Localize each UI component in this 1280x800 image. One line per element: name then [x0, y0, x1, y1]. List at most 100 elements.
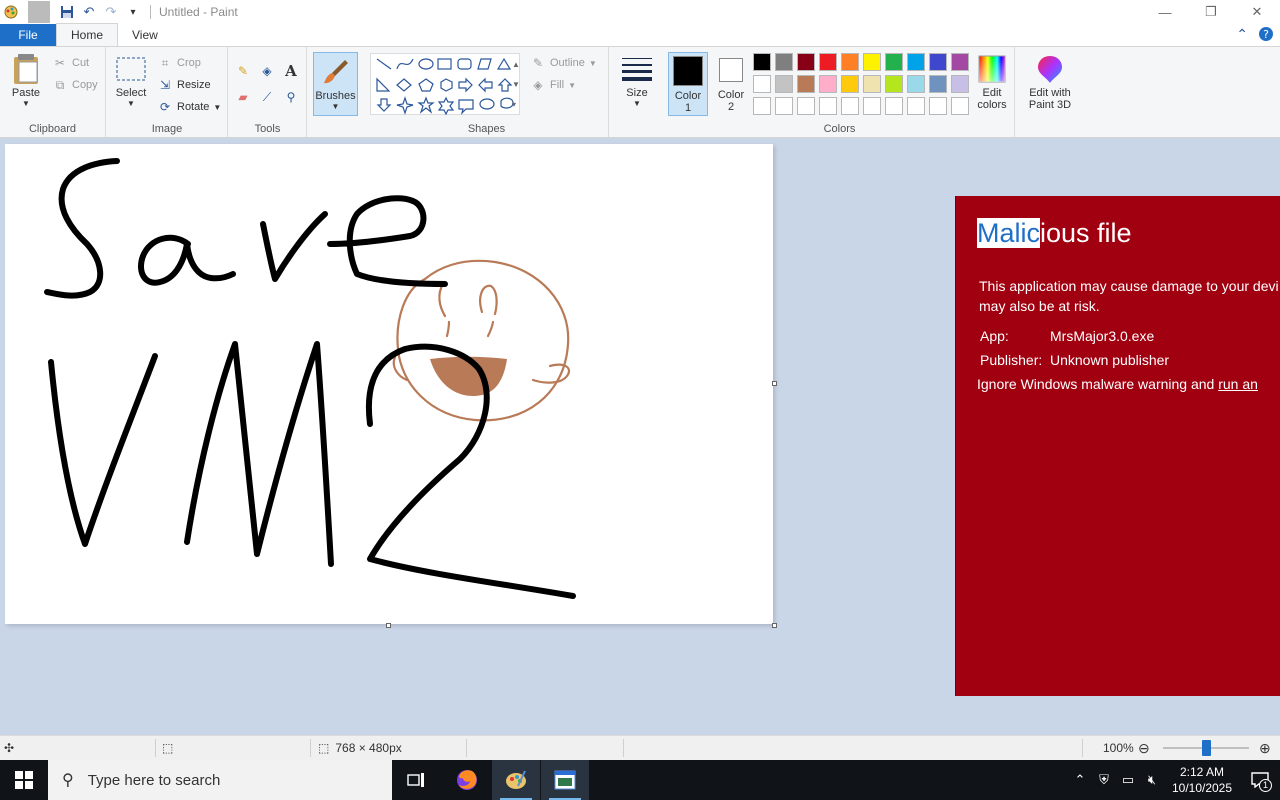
- firefox-taskbar-button[interactable]: [443, 760, 491, 800]
- copy-button[interactable]: ⧉ Copy: [52, 77, 98, 93]
- zoom-slider-thumb[interactable]: [1201, 740, 1211, 756]
- network-icon[interactable]: ▭: [1116, 760, 1140, 800]
- task-view-icon: [407, 773, 424, 787]
- palette-swatch[interactable]: [753, 75, 771, 93]
- pencil-tool[interactable]: ✎: [235, 63, 251, 79]
- palette-swatch[interactable]: [951, 75, 969, 93]
- paste-button[interactable]: Paste ▼: [6, 53, 46, 108]
- clock[interactable]: 2:12 AM 10/10/2025: [1164, 764, 1240, 796]
- resize-handle-right[interactable]: [772, 381, 777, 386]
- volume-muted-icon[interactable]: 🔇︎: [1140, 760, 1164, 800]
- svg-text:?: ?: [1263, 28, 1269, 41]
- palette-swatch[interactable]: [951, 97, 969, 115]
- tab-view[interactable]: View: [118, 24, 172, 46]
- resize-button[interactable]: ⇲ Resize: [157, 77, 211, 93]
- cut-label: Cut: [72, 57, 90, 69]
- defender-icon[interactable]: ⛨: [1092, 760, 1116, 800]
- palette-swatch[interactable]: [819, 75, 837, 93]
- palette-swatch[interactable]: [863, 75, 881, 93]
- text-tool[interactable]: A: [283, 62, 299, 80]
- line-width-icon: [621, 53, 653, 85]
- help-icon[interactable]: ?: [1258, 26, 1274, 45]
- palette-swatch[interactable]: [929, 75, 947, 93]
- notification-center-icon[interactable]: 1: [1240, 760, 1280, 800]
- palette-swatch[interactable]: [797, 75, 815, 93]
- color1-button[interactable]: Color 1: [668, 52, 708, 116]
- outline-button[interactable]: ✎ Outline ▼: [530, 55, 597, 71]
- resize-handle-corner[interactable]: [772, 623, 777, 628]
- palette-swatch[interactable]: [753, 53, 771, 71]
- palette-swatch[interactable]: [797, 53, 815, 71]
- fill-button[interactable]: ◈ Fill ▼: [530, 77, 576, 93]
- close-icon[interactable]: ✕: [1234, 0, 1280, 24]
- selection-icon: ⬚: [162, 741, 174, 755]
- palette-swatch[interactable]: [797, 97, 815, 115]
- color2-button[interactable]: Color 2: [711, 52, 751, 116]
- show-hidden-icons-icon[interactable]: ⌃: [1068, 760, 1092, 800]
- divider: [310, 739, 311, 757]
- redo-icon[interactable]: ↷: [100, 1, 122, 23]
- palette-swatch[interactable]: [841, 97, 859, 115]
- palette-swatch[interactable]: [753, 97, 771, 115]
- shapes-gallery[interactable]: [370, 53, 520, 116]
- palette-swatch[interactable]: [863, 53, 881, 71]
- rotate-button[interactable]: ⟳ Rotate ▼: [157, 99, 221, 115]
- collapse-ribbon-icon[interactable]: ⌃: [1236, 26, 1248, 45]
- edit-colors-button[interactable]: Edit colors: [970, 53, 1014, 111]
- task-view-button[interactable]: [392, 760, 440, 800]
- drawing-canvas[interactable]: [5, 144, 773, 624]
- magnifier-tool[interactable]: ⚲: [283, 89, 299, 105]
- size-button[interactable]: Size ▼: [616, 53, 658, 108]
- undo-icon[interactable]: ↶: [78, 1, 100, 23]
- ribbon: Paste ▼ ✂ Cut ⧉ Copy Clipboard Select ▼ …: [0, 46, 1280, 138]
- crop-button[interactable]: ⌗ Crop: [157, 55, 201, 71]
- palette-swatch[interactable]: [841, 75, 859, 93]
- save-icon[interactable]: [56, 1, 78, 23]
- malware-taskbar-button[interactable]: [541, 760, 589, 800]
- palette-swatch[interactable]: [775, 53, 793, 71]
- select-button[interactable]: Select ▼: [111, 53, 151, 108]
- start-button[interactable]: [0, 760, 48, 800]
- eraser-tool[interactable]: ▰: [235, 89, 251, 105]
- select-dropdown-icon[interactable]: ▼: [111, 99, 151, 108]
- palette-swatch[interactable]: [819, 53, 837, 71]
- palette-swatch[interactable]: [951, 53, 969, 71]
- palette-swatch[interactable]: [907, 97, 925, 115]
- paint-app-icon: [506, 770, 526, 789]
- rotate-label: Rotate: [177, 101, 210, 113]
- palette-swatch[interactable]: [885, 53, 903, 71]
- cut-button[interactable]: ✂ Cut: [52, 55, 89, 71]
- minimize-icon[interactable]: —: [1142, 0, 1188, 24]
- warning-title-rest: ious file: [1040, 218, 1132, 248]
- palette-swatch[interactable]: [907, 53, 925, 71]
- fill-tool[interactable]: ◈: [259, 63, 275, 79]
- taskbar-search-box[interactable]: ⚲ Type here to search: [48, 760, 392, 800]
- crop-icon: ⌗: [161, 55, 169, 70]
- palette-swatch[interactable]: [907, 75, 925, 93]
- palette-swatch[interactable]: [775, 75, 793, 93]
- customize-quick-access-icon[interactable]: ▾: [122, 1, 144, 23]
- palette-swatch[interactable]: [775, 97, 793, 115]
- paste-dropdown-icon[interactable]: ▼: [6, 99, 46, 108]
- zoom-out-icon[interactable]: ⊖: [1138, 736, 1150, 760]
- shapes-scroll[interactable]: ▲ ▼ ▾: [512, 55, 520, 115]
- ignore-text: Ignore Windows malware warning and: [977, 376, 1219, 392]
- palette-swatch[interactable]: [929, 97, 947, 115]
- paint-taskbar-button[interactable]: [492, 760, 540, 800]
- palette-swatch[interactable]: [885, 75, 903, 93]
- tab-file[interactable]: File: [0, 24, 56, 46]
- edit-with-paint3d-button[interactable]: Edit with Paint 3D: [1022, 53, 1078, 111]
- palette-swatch[interactable]: [885, 97, 903, 115]
- brushes-button[interactable]: Brushes ▼: [313, 52, 358, 116]
- restore-icon[interactable]: ❐: [1188, 0, 1234, 24]
- palette-swatch[interactable]: [841, 53, 859, 71]
- zoom-in-icon[interactable]: ⊕: [1259, 736, 1271, 760]
- resize-handle-bottom[interactable]: [386, 623, 391, 628]
- color-picker-tool[interactable]: ⟋: [259, 89, 275, 105]
- tab-home[interactable]: Home: [56, 23, 119, 46]
- palette-swatch[interactable]: [929, 53, 947, 71]
- palette-swatch[interactable]: [863, 97, 881, 115]
- palette-swatch[interactable]: [819, 97, 837, 115]
- paint-app-icon[interactable]: [0, 1, 22, 23]
- run-anyway-link[interactable]: run an: [1218, 376, 1258, 392]
